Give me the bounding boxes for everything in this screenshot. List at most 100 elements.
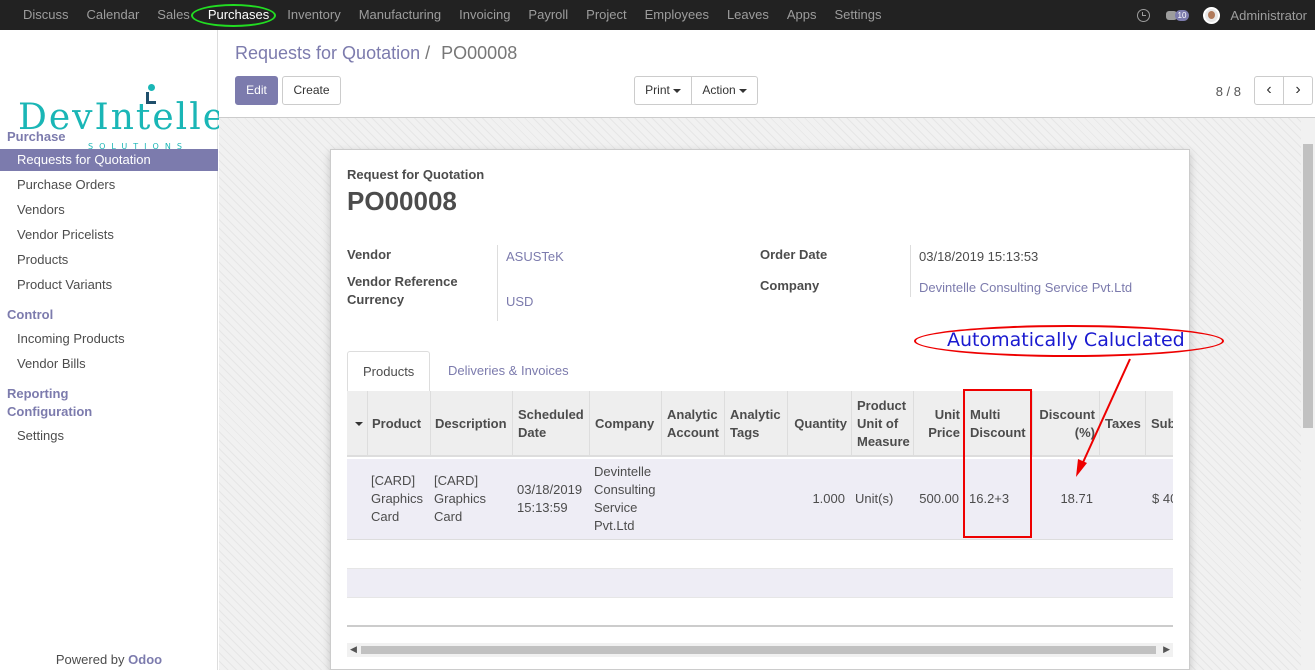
breadcrumb-current: PO00008 <box>441 43 518 63</box>
cell-description-line-3: Card <box>434 509 463 524</box>
breadcrumb: Requests for Quotation / PO00008 <box>235 43 517 64</box>
scrollbar-thumb[interactable] <box>361 646 1156 654</box>
menu-project[interactable]: Project <box>577 0 635 30</box>
col-analytic-account[interactable]: Analytic Account <box>661 391 724 457</box>
col-scheduled-date[interactable]: Scheduled Date <box>512 391 589 457</box>
odoo-link[interactable]: Odoo <box>128 652 162 667</box>
currency-label: Currency <box>347 292 405 307</box>
cell-scheduled-date: 03/18/2019 15:13:59 <box>517 481 582 517</box>
menu-settings[interactable]: Settings <box>826 0 891 30</box>
sidebar-item-settings[interactable]: Settings <box>0 425 218 447</box>
table-row-empty <box>347 598 1173 627</box>
sidebar-item-vendors[interactable]: Vendors <box>0 199 218 221</box>
col-analytic-tags[interactable]: Analytic Tags <box>724 391 787 457</box>
col-description[interactable]: Description <box>430 391 512 457</box>
sidebar-item-vendor-bills[interactable]: Vendor Bills <box>0 353 218 375</box>
chevron-right-icon: › <box>1295 81 1301 98</box>
vertical-scrollbar[interactable] <box>1301 118 1315 670</box>
sort-caret-icon[interactable] <box>347 391 367 457</box>
cell-company-line-2: Consulting <box>594 482 656 497</box>
sidebar-item-purchase-orders[interactable]: Purchase Orders <box>0 174 218 196</box>
menu-manufacturing[interactable]: Manufacturing <box>350 0 450 30</box>
company-value[interactable]: Devintelle Consulting Service Pvt.Ltd <box>919 280 1132 295</box>
col-unit-price-label: Unit Price <box>928 406 960 442</box>
cell-product-line-3: Card <box>371 509 400 524</box>
cell-subtotal: $ 40 <box>1152 491 1173 506</box>
menu-employees[interactable]: Employees <box>636 0 718 30</box>
scrollbar-thumb[interactable] <box>1303 144 1313 428</box>
tab-deliveries-invoices[interactable]: Deliveries & Invoices <box>433 351 584 392</box>
cell-scheduled-line-2: 15:13:59 <box>517 500 568 515</box>
tab-products[interactable]: Products <box>347 351 431 392</box>
action-button[interactable]: Action <box>691 76 758 105</box>
pager-previous-button[interactable]: ‹ <box>1254 76 1284 105</box>
table-row[interactable]: [CARD] Graphics Card [CARD] Graphics Card 03… <box>347 459 1173 540</box>
sidebar-item-product-variants[interactable]: Product Variants <box>0 274 218 296</box>
scroll-left-icon[interactable]: ◀ <box>350 644 357 655</box>
col-company[interactable]: Company <box>589 391 661 457</box>
sidebar-item-vendor-pricelists[interactable]: Vendor Pricelists <box>0 224 218 246</box>
cell-product: [CARD] Graphics Card <box>371 472 423 526</box>
edit-button[interactable]: Edit <box>235 76 278 105</box>
pager-next-button[interactable]: › <box>1283 76 1313 105</box>
col-uom[interactable]: Product Unit of Measure <box>851 391 913 457</box>
menu-discuss[interactable]: Discuss <box>14 0 78 30</box>
user-name[interactable]: Administrator <box>1230 8 1307 23</box>
order-date-value: 03/18/2019 15:13:53 <box>919 249 1039 264</box>
menu-invoicing[interactable]: Invoicing <box>450 0 519 30</box>
col-unit-price[interactable]: Unit Price <box>913 391 964 457</box>
powered-by-text: Powered by <box>55 652 125 667</box>
cell-company-line-4: Pvt.Ltd <box>594 518 635 533</box>
horizontal-scrollbar[interactable]: ◀ ▶ <box>347 643 1173 657</box>
menu-payroll[interactable]: Payroll <box>519 0 577 30</box>
menu-leaves[interactable]: Leaves <box>718 0 778 30</box>
field-divider <box>910 245 911 297</box>
col-scheduled-date-line-2: Date <box>518 425 547 440</box>
menu-calendar[interactable]: Calendar <box>78 0 149 30</box>
col-subtotal[interactable]: Sub <box>1145 391 1173 457</box>
avatar[interactable] <box>1203 6 1221 24</box>
col-analytic-account-line-1: Analytic <box>667 407 718 422</box>
app-menu: Discuss Calendar Sales Purchases Invento… <box>14 0 891 30</box>
menu-apps[interactable]: Apps <box>778 0 826 30</box>
col-quantity[interactable]: Quantity <box>787 391 851 457</box>
sidebar-item-products[interactable]: Products <box>0 249 218 271</box>
col-unit-price-line-1: Unit <box>934 407 960 422</box>
print-button[interactable]: Print <box>634 76 692 105</box>
pager-value[interactable]: 8 / 8 <box>1216 84 1241 99</box>
section-configuration: Configuration <box>7 404 93 419</box>
caret-down-icon <box>738 88 747 93</box>
field-divider <box>497 245 498 321</box>
table-row-empty <box>347 540 1173 569</box>
cell-company-line-3: Service <box>594 500 638 515</box>
sidebar-item-rfq[interactable]: Requests for Quotation <box>0 149 218 171</box>
col-analytic-tags-label: Analytic Tags <box>730 406 781 442</box>
currency-value[interactable]: USD <box>506 294 533 309</box>
clock-icon[interactable] <box>1136 8 1150 22</box>
systray: 10 Administrator <box>1136 0 1307 30</box>
order-lines-table: Product Description Scheduled Date Compan… <box>347 391 1173 646</box>
control-panel: Requests for Quotation / PO00008 Edit Cr… <box>219 30 1315 118</box>
menu-inventory[interactable]: Inventory <box>278 0 349 30</box>
col-product[interactable]: Product <box>367 391 430 457</box>
annotation-text: Automatically Caluclated <box>947 329 1185 351</box>
vendor-value[interactable]: ASUSTeK <box>506 249 564 264</box>
sidebar-item-incoming-products[interactable]: Incoming Products <box>0 328 218 350</box>
scroll-right-icon[interactable]: ▶ <box>1163 644 1170 655</box>
table-header: Product Description Scheduled Date Compan… <box>347 391 1173 457</box>
form-sheet: Request for Quotation PO00008 Vendor ASU… <box>330 149 1190 670</box>
cell-scheduled-line-1: 03/18/2019 <box>517 482 583 497</box>
col-uom-label: Product Unit of Measure <box>857 397 910 451</box>
chat-count-badge: 10 <box>1174 9 1190 21</box>
cell-description: [CARD] Graphics Card <box>434 472 486 526</box>
create-button[interactable]: Create <box>282 76 341 105</box>
col-analytic-account-line-2: Account <box>667 425 719 440</box>
breadcrumb-parent[interactable]: Requests for Quotation <box>235 43 420 63</box>
col-subtotal-label: Sub <box>1151 416 1173 431</box>
powered-by: Powered by Odoo <box>0 652 218 667</box>
col-description-label: Description <box>435 416 507 431</box>
cell-product-line-2: Graphics <box>371 491 424 506</box>
cell-unit-price: 500.00 <box>919 491 959 506</box>
table-row-empty <box>347 569 1173 598</box>
chat-icon[interactable]: 10 <box>1165 9 1190 21</box>
